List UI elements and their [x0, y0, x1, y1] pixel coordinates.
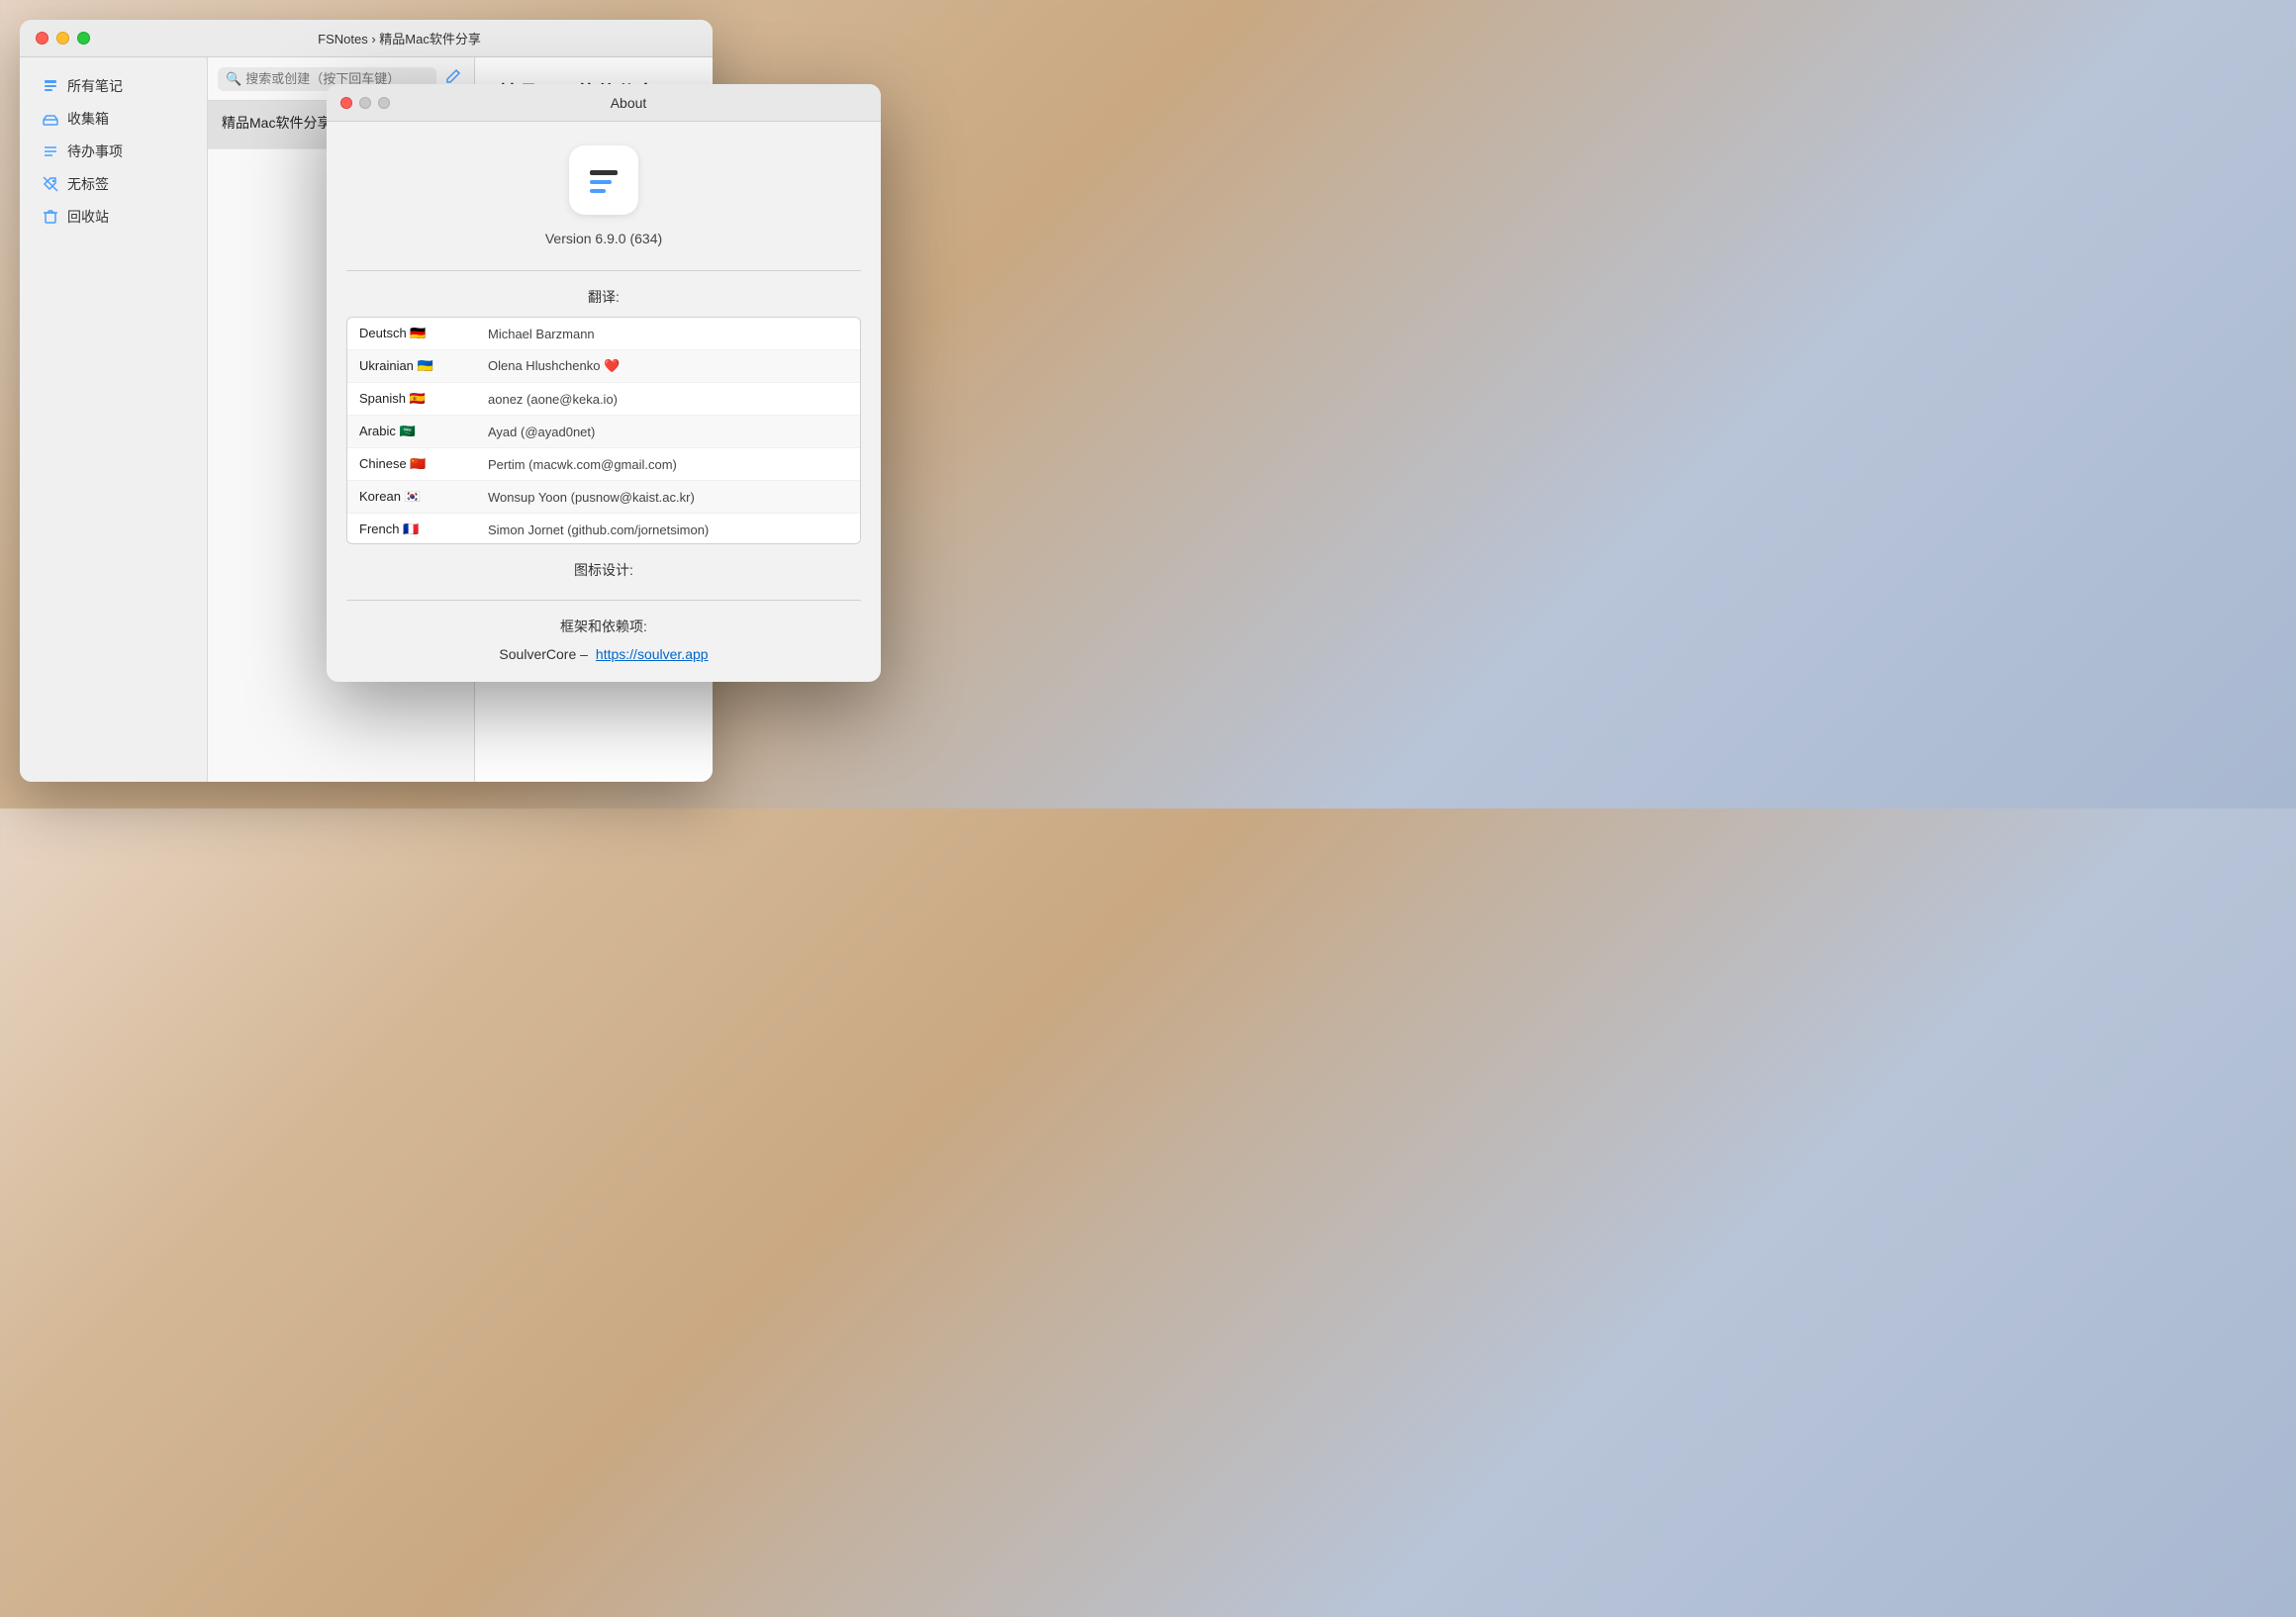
translation-row-arabic: Arabic 🇸🇦 Ayad (@ayad0net)	[347, 416, 860, 448]
translations-container[interactable]: Deutsch 🇩🇪 Michael Barzmann Ukrainian 🇺🇦…	[346, 317, 861, 544]
translation-row-deutsch: Deutsch 🇩🇪 Michael Barzmann	[347, 318, 860, 350]
sidebar-item-no-tags[interactable]: 无标签	[26, 168, 201, 200]
close-button[interactable]	[36, 32, 48, 45]
translation-row-ukrainian: Ukrainian 🇺🇦 Olena Hlushchenko ❤️	[347, 350, 860, 383]
soulvercore-text: SoulverCore –	[499, 646, 588, 662]
sidebar-label-all-notes: 所有笔记	[67, 76, 123, 96]
app-icon	[569, 145, 638, 215]
lang-spanish: Spanish 🇪🇸	[359, 391, 488, 407]
translator-spanish: aonez (aone@keka.io)	[488, 392, 618, 407]
maximize-button[interactable]	[77, 32, 90, 45]
list-icon	[42, 143, 59, 160]
sidebar-item-todo[interactable]: 待办事项	[26, 136, 201, 167]
lang-ukrainian: Ukrainian 🇺🇦	[359, 358, 488, 374]
framework-row: SoulverCore – https://soulver.app	[499, 646, 708, 662]
translations-label: 翻译:	[588, 287, 620, 307]
sidebar-label-no-tags: 无标签	[67, 174, 109, 194]
translator-french: Simon Jornet (github.com/jornetsimon)	[488, 523, 709, 537]
inbox-icon	[42, 110, 59, 128]
minimize-button[interactable]	[56, 32, 69, 45]
title-bar: FSNotes › 精品Mac软件分享	[20, 20, 713, 57]
sidebar-item-all-notes[interactable]: 所有笔记	[26, 70, 201, 102]
sidebar-label-inbox: 收集箱	[67, 109, 109, 129]
bottom-divider	[346, 600, 861, 601]
translator-chinese: Pertim (macwk.com@gmail.com)	[488, 457, 677, 472]
about-body: Version 6.9.0 (634) 翻译: Deutsch 🇩🇪 Micha…	[327, 122, 881, 682]
lang-french: French 🇫🇷	[359, 522, 488, 537]
note-item-title: 精品Mac软件分享	[222, 113, 331, 133]
translation-row-chinese: Chinese 🇨🇳 Pertim (macwk.com@gmail.com)	[347, 448, 860, 481]
translator-ukrainian: Olena Hlushchenko ❤️	[488, 358, 620, 374]
translator-deutsch: Michael Barzmann	[488, 327, 595, 341]
search-icon: 🔍	[226, 71, 241, 87]
translation-row-spanish: Spanish 🇪🇸 aonez (aone@keka.io)	[347, 383, 860, 416]
window-title: FSNotes › 精品Mac软件分享	[102, 29, 697, 48]
sidebar-item-inbox[interactable]: 收集箱	[26, 103, 201, 135]
lang-deutsch: Deutsch 🇩🇪	[359, 326, 488, 341]
sidebar-label-todo: 待办事项	[67, 142, 123, 161]
translator-korean: Wonsup Yoon (pusnow@kaist.ac.kr)	[488, 490, 695, 505]
soulvercore-link[interactable]: https://soulver.app	[596, 646, 709, 662]
traffic-lights	[36, 32, 90, 45]
translation-row-french: French 🇫🇷 Simon Jornet (github.com/jorne…	[347, 514, 860, 544]
lang-chinese: Chinese 🇨🇳	[359, 456, 488, 472]
translator-arabic: Ayad (@ayad0net)	[488, 425, 595, 439]
about-close-button[interactable]	[340, 97, 352, 109]
lang-arabic: Arabic 🇸🇦	[359, 424, 488, 439]
about-title: About	[390, 95, 867, 111]
frameworks-label: 框架和依赖项:	[560, 617, 647, 636]
about-traffic-lights	[340, 97, 390, 109]
trash-icon	[42, 208, 59, 226]
translation-row-korean: Korean 🇰🇷 Wonsup Yoon (pusnow@kaist.ac.k…	[347, 481, 860, 514]
version-text: Version 6.9.0 (634)	[545, 231, 662, 246]
divider-top	[346, 270, 861, 271]
icon-design-label: 图标设计:	[574, 560, 633, 580]
about-dialog: About Version 6.9.0 (634) 翻译: Deutsch 🇩🇪…	[327, 84, 881, 682]
lang-korean: Korean 🇰🇷	[359, 489, 488, 505]
tag-icon	[42, 175, 59, 193]
sidebar-label-trash: 回收站	[67, 207, 109, 227]
about-title-bar: About	[327, 84, 881, 122]
sidebar-item-trash[interactable]: 回收站	[26, 201, 201, 233]
sidebar: 所有笔记 收集箱 待办	[20, 57, 208, 782]
about-minimize-button[interactable]	[359, 97, 371, 109]
notes-icon	[42, 77, 59, 95]
about-maximize-button[interactable]	[378, 97, 390, 109]
